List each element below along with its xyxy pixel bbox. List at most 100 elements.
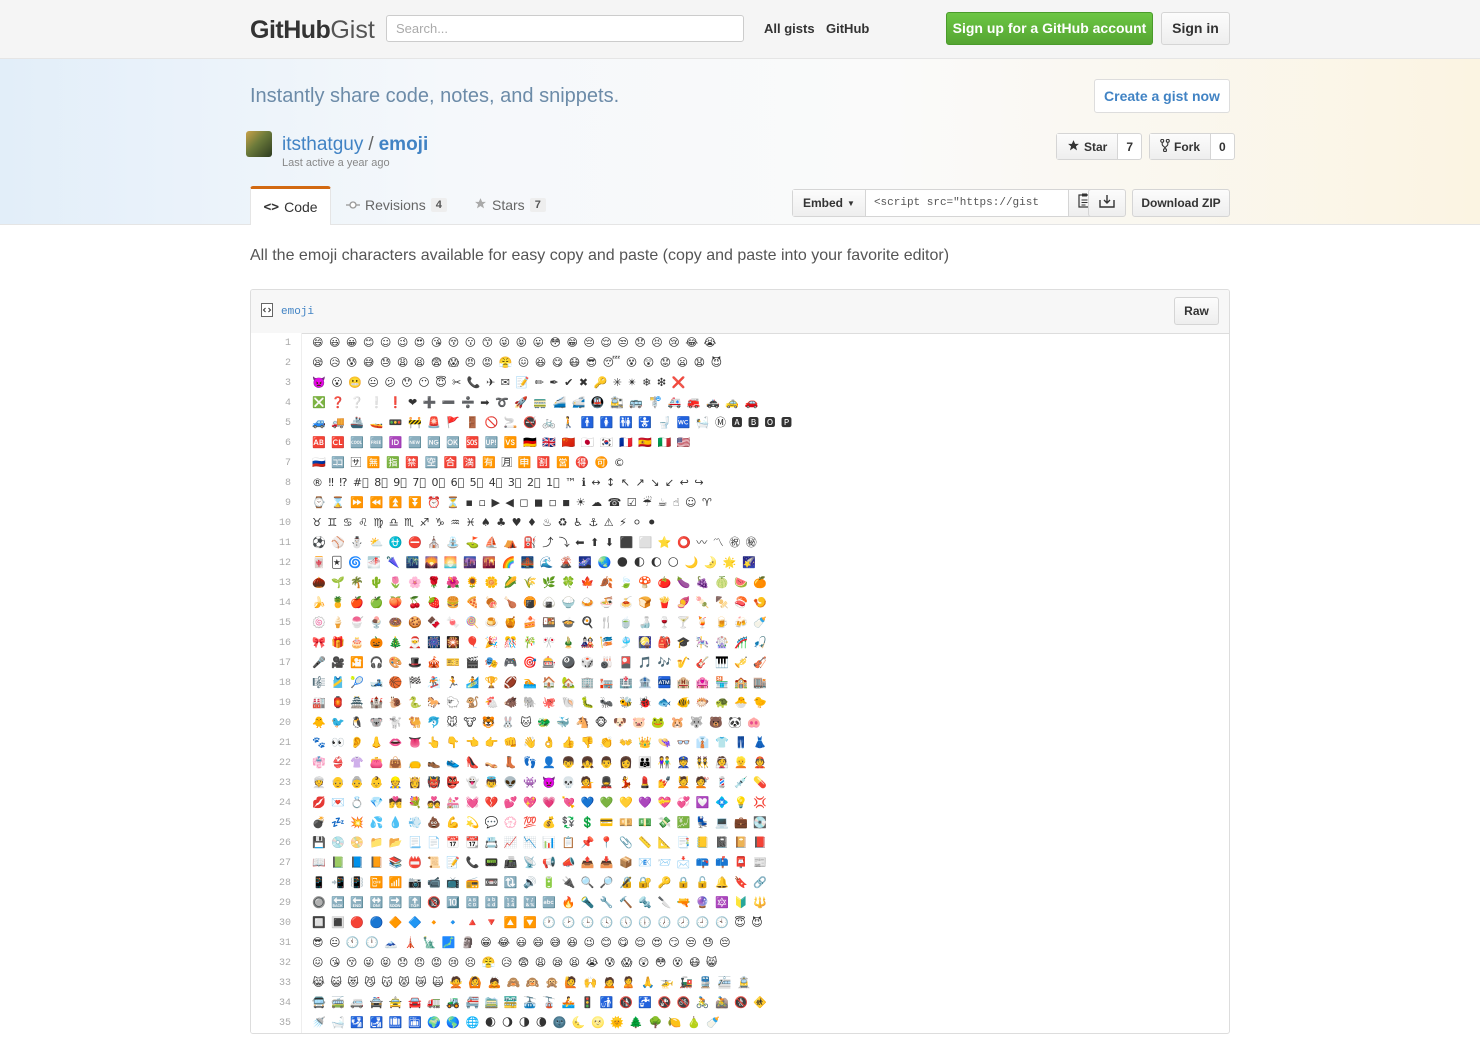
code-line: 14 🍌 🍍 🍎 🍏 🍑 🍒 🍓 🍔 🍕 🍖 🍗 🍘 🍙 🍚 🍛 🍜 🍝 🍞 🍟 …: [251, 593, 1229, 614]
line-number[interactable]: 32: [251, 954, 291, 974]
line-number[interactable]: 2: [251, 354, 291, 374]
line-number[interactable]: 6: [251, 434, 291, 454]
line-content: 😎 😐 🕚 🕛 🗻 🗼 🗽 🗾 🗿 😁 😂 😃 😄 😅 😆 😉 😊 😋 😌 😍 …: [312, 936, 732, 949]
download-icon: [1099, 194, 1115, 213]
line-number[interactable]: 22: [251, 754, 291, 774]
gist-title: itsthatguy / emoji: [282, 134, 428, 156]
line-number[interactable]: 11: [251, 534, 291, 554]
code-line: 8 ® ‼ ⁉ #⃣ 8⃣ 9⃣ 7⃣ 0⃣ 6⃣ 5⃣ 4⃣ 3⃣ 2⃣ 1⃣ …: [251, 473, 1229, 494]
line-content: 🍥 🍦 🍧 🍨 🍩 🍪 🍫 🍬 🍭 🍮 🍯 🍰 🍱 🍲 🍳 🍴 🍵 🍶 🍷 🍸 …: [312, 616, 769, 629]
line-number[interactable]: 18: [251, 674, 291, 694]
gist-owner-link[interactable]: itsthatguy: [282, 134, 363, 155]
line-content: 💾 💿 📀 📁 📂 📃 📄 📅 📆 📇 📈 📉 📊 📋 📌 📍 📎 📏 📐 📑 …: [312, 836, 769, 849]
line-number[interactable]: 14: [251, 594, 291, 614]
fork-count[interactable]: 0: [1211, 134, 1234, 159]
tab-code-label: Code: [284, 199, 318, 215]
line-content: 🆎 🆑 🆒 🆓 🆔 🆕 🆖 🆗 🆘 🆙 🆚 🇩🇪 🇬🇧 🇨🇳 🇯🇵 🇰🇷 🇫🇷 …: [312, 436, 692, 449]
line-number[interactable]: 28: [251, 874, 291, 894]
code-line: 25 💣 💤 💥 💦 💧 💨 💩 💪 💫 💬 💮 💯 💰 💱 💲 💳 💴 💵 💸 …: [251, 813, 1229, 834]
line-content: 🍌 🍍 🍎 🍏 🍑 🍒 🍓 🍔 🍕 🍖 🍗 🍘 🍙 🍚 🍛 🍜 🍝 🍞 🍟 🍠 …: [312, 596, 769, 609]
code-line: 35 🚿 🛁 🛂 🛃 🛄 🛅 🌍 🌎 🌐 🌒 🌖 🌗 🌘 🌚 🌜 🌝 🌞 🌲 🌳 …: [251, 1013, 1229, 1033]
nav-github-link[interactable]: GitHub: [826, 21, 869, 36]
line-content: 👳 👴 👵 👶 👷 👸 👹 👺 👻 👼 👽 👾 👿 💀 💁 💂 💃 💄 💅 💆 …: [312, 776, 769, 789]
code-line: 18 🎼 🎽 🎾 🎿 🏀 🏁 🏂 🏃 🏄 🏆 🏈 🏊 🏠 🏡 🏢 🏣 🏥 🏦 🏧 …: [251, 673, 1229, 694]
site-header: GitHubGist All gists GitHub Sign up for …: [0, 0, 1480, 59]
github-gist-logo[interactable]: GitHubGist: [250, 16, 375, 44]
tagline: Instantly share code, notes, and snippet…: [250, 85, 620, 107]
line-number[interactable]: 3: [251, 374, 291, 394]
line-number[interactable]: 1: [251, 334, 291, 354]
line-number[interactable]: 12: [251, 554, 291, 574]
logo-gist-text: Gist: [330, 16, 375, 44]
download-zip-button[interactable]: Download ZIP: [1132, 189, 1230, 217]
embed-dropdown-button[interactable]: Embed ▼: [793, 190, 866, 216]
line-number[interactable]: 15: [251, 614, 291, 634]
code-line: 31 😎 😐 🕚 🕛 🗻 🗼 🗽 🗾 🗿 😁 😂 😃 😄 😅 😆 😉 😊 😋 😌 …: [251, 933, 1229, 954]
code-line: 20 🐥 🐦 🐧 🐨 🐩 🐫 🐬 🐭 🐮 🐯 🐰 🐱 🐲 🐳 🐴 🐵 🐶 🐷 🐸 …: [251, 713, 1229, 734]
code-line: 24 💋 💌 💍 💎 💏 💐 💑 💒 💓 💔 💕 💖 💗 💘 💙 💚 💛 💜 💝 …: [251, 793, 1229, 814]
embed-url-field[interactable]: [865, 190, 1068, 216]
code-line: 5 🚙 🚚 🚢 🚤 🚥 🚧 🚨 🚩 🚪 🚫 🚬 🚭 🚲 🚶 🚹 🚺 🚻 🚼 🚽 🚾…: [251, 413, 1229, 434]
signup-button[interactable]: Sign up for a GitHub account: [946, 12, 1153, 45]
code-line: 6 🆎 🆑 🆒 🆓 🆔 🆕 🆖 🆗 🆘 🆙 🆚 🇩🇪 🇬🇧 🇨🇳 🇯🇵 🇰🇷 🇫🇷…: [251, 433, 1229, 454]
line-number[interactable]: 17: [251, 654, 291, 674]
star-button[interactable]: Star: [1057, 134, 1119, 159]
nav-all-gists-link[interactable]: All gists: [764, 21, 815, 36]
line-number[interactable]: 19: [251, 694, 291, 714]
file-name-link[interactable]: emoji: [281, 306, 314, 318]
line-number[interactable]: 21: [251, 734, 291, 754]
line-number[interactable]: 9: [251, 494, 291, 514]
raw-button[interactable]: Raw: [1174, 297, 1219, 325]
code-icon: <>: [263, 199, 280, 215]
line-content: 💣 💤 💥 💦 💧 💨 💩 💪 💫 💬 💮 💯 💰 💱 💲 💳 💴 💵 💸 💹 …: [312, 816, 769, 829]
line-content: 🎤 🎥 🎦 🎧 🎨 🎩 🎪 🎫 🎬 🎭 🎮 🎯 🎰 🎱 🎲 🎳 🎴 🎵 🎶 🎷 …: [312, 656, 769, 669]
file-header: emoji Raw: [251, 290, 1229, 334]
line-number[interactable]: 33: [251, 974, 291, 994]
line-number[interactable]: 24: [251, 794, 291, 814]
avatar[interactable]: [246, 131, 272, 157]
download-button[interactable]: [1088, 189, 1126, 217]
line-number[interactable]: 10: [251, 514, 291, 534]
line-number[interactable]: 30: [251, 914, 291, 934]
tab-revisions-label: Revisions: [365, 197, 426, 213]
file-container: emoji Raw 1 😄 😃 😀 😊 ☺ 😉 😍 😘 😚 😗 😙 😜 😝 😛 😳…: [250, 289, 1230, 1034]
line-number[interactable]: 7: [251, 454, 291, 474]
line-number[interactable]: 4: [251, 394, 291, 414]
line-content: 🚍 🚎 🚐 🚔 🚖 🚘 🚛 🚜 🚝 🚞 🚟 🚠 🚡 🚣 🚦 🚮 🚯 🚰 🚱 🚳 …: [312, 996, 769, 1009]
line-number[interactable]: 25: [251, 814, 291, 834]
line-number[interactable]: 8: [251, 474, 291, 494]
title-separator: /: [368, 134, 374, 155]
line-content: 🀄 🃏 🌀 🌁 🌂 🌃 🌄 🌅 🌆 🌇 🌈 🌉 🌊 🌋 🌌 🌏 🌑 🌓 🌔 🌕 …: [312, 556, 757, 569]
tab-revisions[interactable]: Revisions 4: [346, 186, 447, 224]
tab-code[interactable]: <> Code: [250, 186, 331, 225]
line-content: 🇷🇺 🈁 🈂 🈚 🈯 🈲 🈳 🈴 🈵 🈶 🈷 🈸 🈹 🈺 🉐 🉑 ©: [312, 456, 626, 469]
create-gist-button[interactable]: Create a gist now: [1094, 79, 1230, 113]
tab-stars[interactable]: Stars 7: [474, 186, 546, 224]
line-content: 😪 😥 😰 😅 😓 😩 😫 😨 😱 😠 😡 😤 😖 😆 😋 😷 😎 😴 😵 😲 …: [312, 356, 724, 369]
line-number[interactable]: 34: [251, 994, 291, 1014]
code-line: 33 😹 😺 😻 😼 😽 😾 😿 🙀 🙅 🙆 🙇 🙈 🙉 🙊 🙋 🙌 🙍 🙎 🙏 …: [251, 973, 1229, 994]
search-input[interactable]: [386, 15, 744, 42]
line-number[interactable]: 5: [251, 414, 291, 434]
line-number[interactable]: 16: [251, 634, 291, 654]
line-number[interactable]: 27: [251, 854, 291, 874]
line-number[interactable]: 35: [251, 1014, 291, 1033]
line-content: ❎ ❓ ❔ ❕ ❗ ❤ ➕ ➖ ➗ ➡ ➰ 🚀 🚃 🚄 🚅 🚇 🚉 🚌 🚏 🚑 …: [312, 396, 760, 409]
tab-stars-label: Stars: [492, 197, 525, 213]
line-content: 👘 👙 👚 👛 👜 👝 👞 👟 👠 👡 👢 👣 👤 👦 👧 👨 👩 👪 👫 👮 …: [312, 756, 769, 769]
line-number[interactable]: 23: [251, 774, 291, 794]
line-content: 🏭 🏮 🏯 🏰 🐌 🐍 🐎 🐑 🐒 🐔 🐗 🐘 🐙 🐚 🐛 🐜 🐝 🐞 🐟 🐠 …: [312, 696, 769, 709]
gist-name-link[interactable]: emoji: [379, 134, 429, 155]
line-number[interactable]: 13: [251, 574, 291, 594]
line-content: 🐥 🐦 🐧 🐨 🐩 🐫 🐬 🐭 🐮 🐯 🐰 🐱 🐲 🐳 🐴 🐵 🐶 🐷 🐸 🐹 …: [312, 716, 763, 729]
line-number[interactable]: 31: [251, 934, 291, 954]
code-line: 19 🏭 🏮 🏯 🏰 🐌 🐍 🐎 🐑 🐒 🐔 🐗 🐘 🐙 🐚 🐛 🐜 🐝 🐞 🐟 …: [251, 693, 1229, 714]
fork-button[interactable]: Fork: [1150, 134, 1212, 159]
signin-button[interactable]: Sign in: [1161, 12, 1230, 45]
line-number[interactable]: 29: [251, 894, 291, 914]
line-number[interactable]: 26: [251, 834, 291, 854]
star-count[interactable]: 7: [1118, 134, 1141, 159]
line-number[interactable]: 20: [251, 714, 291, 734]
code-line: 27 📖 📗 📘 📙 📚 📛 📜 📝 📞 📟 📠 📡 📢 📣 📤 📥 📦 📧 📨 …: [251, 853, 1229, 874]
fork-counter: Fork 0: [1149, 133, 1235, 160]
